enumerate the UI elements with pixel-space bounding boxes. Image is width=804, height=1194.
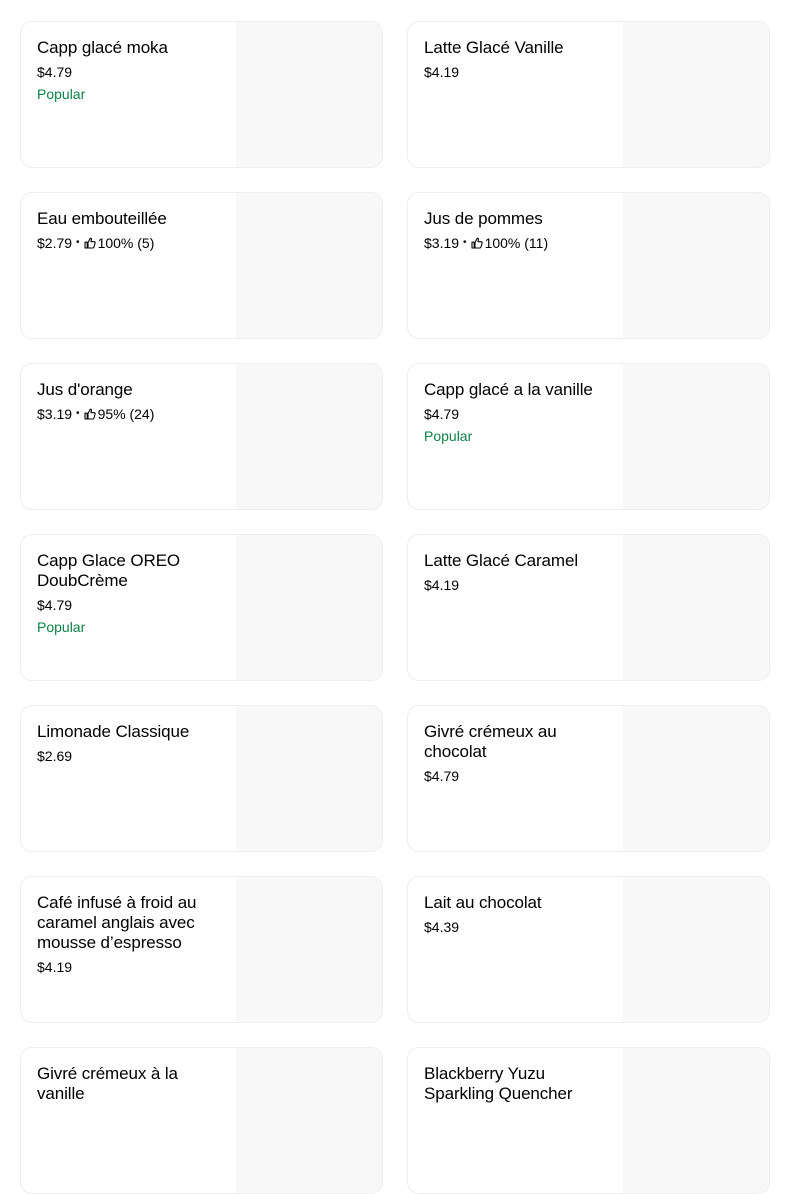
menu-item-name: Capp glacé a la vanille <box>424 380 593 399</box>
menu-item-card[interactable]: Jus de pommes $3.19 • 100% (11) <box>407 192 770 339</box>
menu-item-info: Capp glacé moka $4.79 Popular <box>37 38 217 103</box>
menu-item-price: $4.19 <box>424 577 460 593</box>
menu-item-name: Limonade Classique <box>37 722 190 741</box>
menu-item-price: $4.39 <box>424 919 460 935</box>
menu-item-card[interactable]: Latte Glacé Vanille $4.19 <box>407 21 770 168</box>
menu-item-meta: $2.79 • 100% (5) <box>37 234 217 252</box>
menu-item-meta: $3.19 • 100% (11) <box>424 234 604 252</box>
menu-item-image <box>236 22 382 167</box>
menu-item-card[interactable]: Jus d'orange $3.19 • 95% (24) <box>20 363 383 510</box>
menu-item-meta: $4.79 <box>37 63 217 81</box>
menu-item-price: $2.69 <box>37 748 73 764</box>
menu-item-info: Latte Glacé Vanille $4.19 <box>424 38 604 81</box>
menu-item-price: $4.19 <box>37 959 73 975</box>
menu-item-info: Blackberry Yuzu Sparkling Quencher <box>424 1064 604 1104</box>
menu-item-name: Café infusé à froid au caramel anglais a… <box>37 893 197 952</box>
menu-item-name: Latte Glacé Vanille <box>424 38 564 57</box>
menu-item-price: $3.19 <box>37 406 73 422</box>
menu-item-info: Lait au chocolat $4.39 <box>424 893 604 936</box>
menu-item-card[interactable]: Latte Glacé Caramel $4.19 <box>407 534 770 681</box>
menu-item-price: $4.79 <box>424 406 460 422</box>
menu-item-meta: $2.69 <box>37 747 217 765</box>
menu-item-image <box>236 706 382 851</box>
menu-item-card[interactable]: Capp glacé a la vanille $4.79 Popular <box>407 363 770 510</box>
menu-item-card[interactable]: Limonade Classique $2.69 <box>20 705 383 852</box>
menu-item-price: $4.79 <box>424 768 460 784</box>
menu-item-card[interactable]: Givré crémeux au chocolat $4.79 <box>407 705 770 852</box>
thumbs-up-icon <box>471 237 483 249</box>
menu-item-image <box>236 1048 382 1193</box>
menu-item-name: Blackberry Yuzu Sparkling Quencher <box>424 1064 573 1103</box>
menu-item-price: $4.79 <box>37 597 73 613</box>
menu-item-image <box>623 22 769 167</box>
menu-item-price: $3.19 <box>424 235 460 251</box>
menu-item-image <box>236 364 382 509</box>
menu-item-info: Jus d'orange $3.19 • 95% (24) <box>37 380 217 423</box>
menu-item-info: Capp Glace OREO DoubCrème $4.79 Popular <box>37 551 217 636</box>
menu-item-image <box>623 193 769 338</box>
separator-dot: • <box>463 237 467 248</box>
thumbs-up-icon <box>84 408 96 420</box>
menu-item-image <box>623 364 769 509</box>
menu-item-price: $2.79 <box>37 235 73 251</box>
menu-item-image <box>236 877 382 1022</box>
menu-item-image <box>623 1048 769 1193</box>
menu-item-image <box>236 535 382 680</box>
menu-item-name: Givré crémeux à la vanille <box>37 1064 178 1103</box>
menu-item-info: Capp glacé a la vanille $4.79 Popular <box>424 380 604 445</box>
menu-item-info: Limonade Classique $2.69 <box>37 722 217 765</box>
menu-item-meta: $4.79 <box>424 405 604 423</box>
menu-item-price: $4.79 <box>37 64 73 80</box>
menu-item-meta: $4.39 <box>424 918 604 936</box>
menu-item-meta: $4.19 <box>424 576 604 594</box>
menu-item-meta: $3.19 • 95% (24) <box>37 405 217 423</box>
menu-item-card[interactable]: Eau embouteillée $2.79 • 100% (5) <box>20 192 383 339</box>
menu-item-info: Café infusé à froid au caramel anglais a… <box>37 893 217 976</box>
menu-item-info: Givré crémeux au chocolat $4.79 <box>424 722 604 785</box>
menu-item-card[interactable]: Café infusé à froid au caramel anglais a… <box>20 876 383 1023</box>
menu-items-grid: Capp glacé moka $4.79 Popular Latte Glac… <box>20 21 770 1194</box>
menu-item-info: Jus de pommes $3.19 • 100% (11) <box>424 209 604 252</box>
menu-item-card[interactable]: Capp Glace OREO DoubCrème $4.79 Popular <box>20 534 383 681</box>
menu-item-info: Givré crémeux à la vanille <box>37 1064 217 1104</box>
menu-item-meta: $4.79 <box>424 767 604 785</box>
thumbs-up-icon <box>84 237 96 249</box>
popular-badge: Popular <box>424 428 473 444</box>
separator-dot: • <box>76 237 80 248</box>
menu-item-image <box>623 535 769 680</box>
menu-item-name: Givré crémeux au chocolat <box>424 722 557 761</box>
menu-item-meta: $4.19 <box>424 63 604 81</box>
menu-item-name: Lait au chocolat <box>424 893 542 912</box>
menu-item-price: $4.19 <box>424 64 460 80</box>
menu-item-card[interactable]: Lait au chocolat $4.39 <box>407 876 770 1023</box>
menu-item-name: Jus de pommes <box>424 209 543 228</box>
menu-item-name: Capp Glace OREO DoubCrème <box>37 551 181 590</box>
menu-item-rating: 95% (24) <box>97 406 155 422</box>
menu-item-image <box>236 193 382 338</box>
menu-item-name: Capp glacé moka <box>37 38 168 57</box>
menu-item-name: Latte Glacé Caramel <box>424 551 579 570</box>
menu-item-image <box>623 706 769 851</box>
separator-dot: • <box>76 408 80 419</box>
menu-item-rating: 100% (5) <box>97 235 155 251</box>
popular-badge: Popular <box>37 86 86 102</box>
menu-item-card[interactable]: Capp glacé moka $4.79 Popular <box>20 21 383 168</box>
menu-item-info: Eau embouteillée $2.79 • 100% (5) <box>37 209 217 252</box>
menu-item-image <box>623 877 769 1022</box>
menu-item-card[interactable]: Givré crémeux à la vanille <box>20 1047 383 1194</box>
menu-item-info: Latte Glacé Caramel $4.19 <box>424 551 604 594</box>
menu-item-rating: 100% (11) <box>484 235 549 251</box>
menu-item-name: Jus d'orange <box>37 380 133 399</box>
menu-item-name: Eau embouteillée <box>37 209 167 228</box>
popular-badge: Popular <box>37 619 86 635</box>
menu-item-card[interactable]: Blackberry Yuzu Sparkling Quencher <box>407 1047 770 1194</box>
menu-item-meta: $4.79 <box>37 596 217 614</box>
menu-item-meta: $4.19 <box>37 958 217 976</box>
